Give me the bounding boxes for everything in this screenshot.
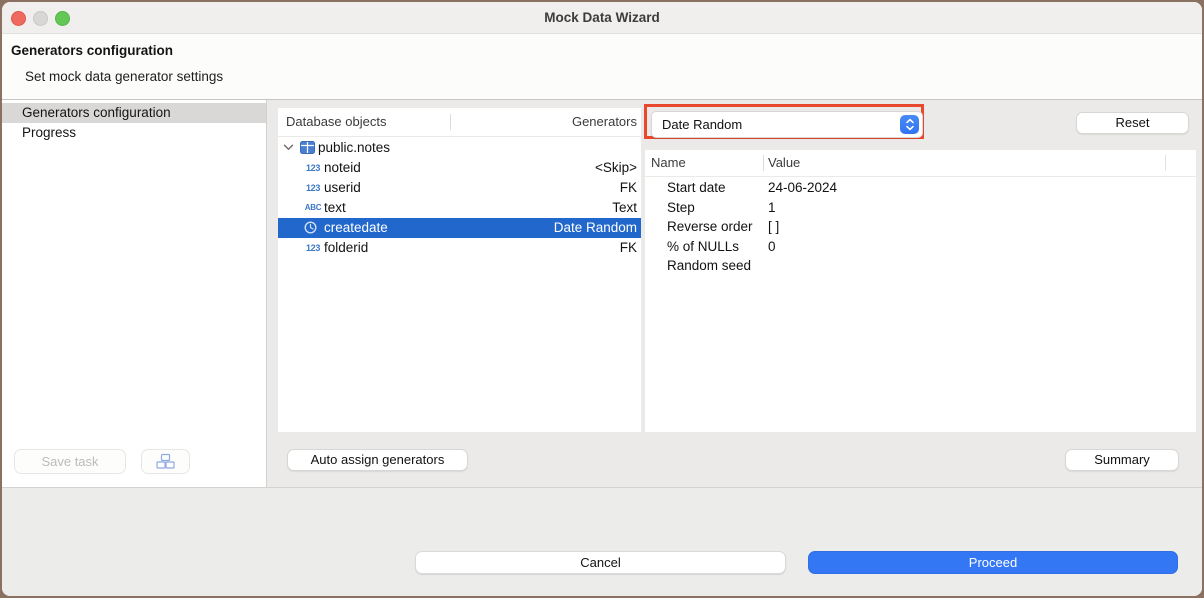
objects-table-header: Database objects Generators xyxy=(278,108,641,137)
proceed-button[interactable]: Proceed xyxy=(808,551,1178,574)
tree-row-noteid[interactable]: 123 noteid <Skip> xyxy=(278,158,641,178)
tree-row-label: noteid xyxy=(324,158,361,178)
generator-select-value: Date Random xyxy=(662,112,742,137)
window-title: Mock Data Wizard xyxy=(2,2,1202,33)
tree-row-label: userid xyxy=(324,178,361,198)
sidebar-item-generators-configuration[interactable]: Generators configuration xyxy=(2,103,266,123)
auto-assign-generators-button[interactable]: Auto assign generators xyxy=(287,449,468,471)
property-value[interactable]: 1 xyxy=(768,198,776,218)
database-objects-panel: Database objects Generators xyxy=(278,108,641,432)
column-header-name[interactable]: Name xyxy=(651,150,686,176)
annotation-highlight-box: Date Random xyxy=(644,104,924,139)
tree-row-folderid[interactable]: 123 folderid FK xyxy=(278,238,641,258)
property-name: Step xyxy=(667,198,695,218)
string-abc-icon: ABC xyxy=(304,198,322,218)
column-divider[interactable] xyxy=(450,114,451,130)
tree-row-text[interactable]: ABC text Text xyxy=(278,198,641,218)
tree-row-generator: FK xyxy=(620,238,637,258)
wizard-steps-sidebar: Generators configuration Progress Save t… xyxy=(2,100,267,487)
page-subtitle: Set mock data generator settings xyxy=(25,69,223,84)
column-header-database-objects[interactable]: Database objects xyxy=(286,108,386,136)
reverse-order-checkbox[interactable]: [ ] xyxy=(768,217,779,237)
save-task-button[interactable]: Save task xyxy=(14,449,126,474)
sidebar-item-progress[interactable]: Progress xyxy=(2,123,266,143)
property-row-start-date[interactable]: Start date 24-06-2024 xyxy=(645,178,1196,198)
properties-table-header: Name Value xyxy=(645,150,1196,177)
select-stepper-icon[interactable] xyxy=(900,115,919,134)
tree-row-generator: Date Random xyxy=(554,218,637,238)
property-row-reverse-order[interactable]: Reverse order [ ] xyxy=(645,217,1196,237)
column-header-value[interactable]: Value xyxy=(768,150,800,176)
page-title: Generators configuration xyxy=(11,43,173,58)
column-header-generators[interactable]: Generators xyxy=(572,108,637,136)
numeric-123-icon: 123 xyxy=(304,158,322,178)
content-area: Generators configuration Progress Save t… xyxy=(2,100,1202,487)
properties-rows: Start date 24-06-2024 Step 1 Reverse ord… xyxy=(645,178,1196,276)
tree-row-generator: FK xyxy=(620,178,637,198)
objects-tree: public.notes 123 noteid <Skip> 123 useri… xyxy=(278,138,641,258)
property-name: Start date xyxy=(667,178,726,198)
chevron-down-icon[interactable] xyxy=(283,144,294,151)
property-name: Random seed xyxy=(667,256,751,276)
tree-row-createdate-selected[interactable]: createdate Date Random xyxy=(278,218,641,238)
tree-row-generator: Text xyxy=(612,198,637,218)
property-name: Reverse order xyxy=(667,217,753,237)
tree-row-label: text xyxy=(324,198,346,218)
numeric-123-icon: 123 xyxy=(304,238,322,258)
mock-data-wizard-window: Mock Data Wizard Generators configuratio… xyxy=(0,0,1204,598)
table-icon xyxy=(300,141,315,154)
summary-button[interactable]: Summary xyxy=(1065,449,1179,471)
wizard-header: Generators configuration Set mock data g… xyxy=(2,34,1202,100)
tree-row-generator: <Skip> xyxy=(595,158,637,178)
tree-row-public-notes[interactable]: public.notes xyxy=(278,138,641,158)
generator-properties-panel: Name Value Start date 24-06-2024 Step 1 … xyxy=(645,150,1196,432)
generator-select[interactable]: Date Random xyxy=(651,111,923,138)
cancel-button[interactable]: Cancel xyxy=(415,551,786,574)
column-divider[interactable] xyxy=(763,155,764,171)
property-value[interactable]: 0 xyxy=(768,237,776,257)
column-divider xyxy=(1165,155,1166,171)
numeric-123-icon: 123 xyxy=(304,178,322,198)
footer-bar: Cancel Proceed xyxy=(2,487,1202,596)
titlebar: Mock Data Wizard xyxy=(2,2,1202,34)
tree-row-label: public.notes xyxy=(318,138,390,158)
property-row-step[interactable]: Step 1 xyxy=(645,198,1196,218)
tree-row-label: createdate xyxy=(324,218,388,238)
property-value[interactable]: 24-06-2024 xyxy=(768,178,837,198)
datetime-clock-icon xyxy=(304,221,317,234)
open-tasks-button[interactable] xyxy=(141,449,190,474)
tasks-boxes-icon xyxy=(155,453,176,470)
tree-row-label: folderid xyxy=(324,238,368,258)
property-name: % of NULLs xyxy=(667,237,739,257)
property-row-random-seed[interactable]: Random seed xyxy=(645,256,1196,276)
reset-button[interactable]: Reset xyxy=(1076,112,1189,134)
tree-row-userid[interactable]: 123 userid FK xyxy=(278,178,641,198)
property-row-percent-nulls[interactable]: % of NULLs 0 xyxy=(645,237,1196,257)
